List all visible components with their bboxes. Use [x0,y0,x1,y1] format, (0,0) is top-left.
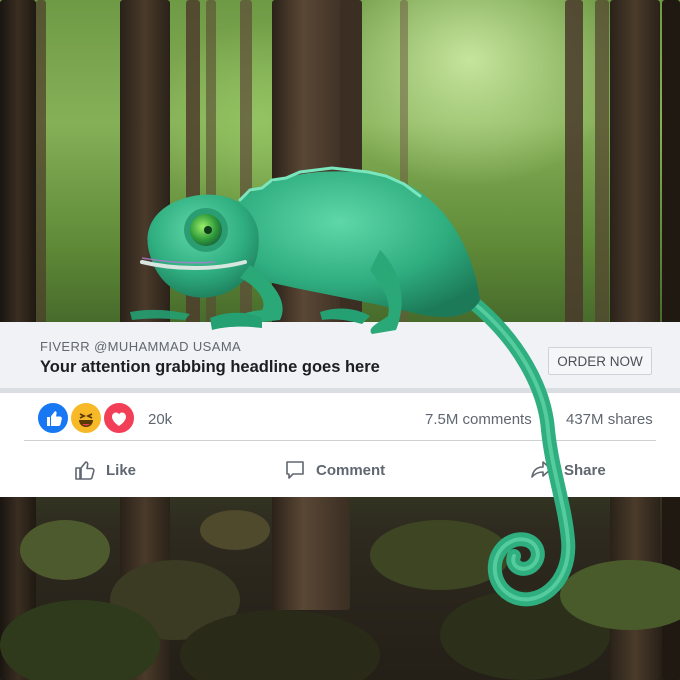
tree-trunk [565,0,583,330]
mossy-rock [20,520,110,580]
haha-reaction-icon [69,401,103,435]
actions-separator [24,440,656,441]
advertiser-label: FIVERR @MUHAMMAD USAMA [40,339,242,354]
comment-button[interactable]: Comment [284,452,385,488]
shares-count[interactable]: 437M shares [566,411,653,428]
tree-trunk [240,0,252,330]
share-label: Share [564,461,606,479]
tree-trunk [340,0,362,330]
order-now-button[interactable]: ORDER NOW [548,347,652,375]
tree-trunk [36,0,46,330]
like-button[interactable]: Like [74,452,136,488]
tree-trunk [595,0,609,330]
thumbs-up-icon [74,459,96,481]
comments-count[interactable]: 7.5M comments [425,411,532,428]
like-label: Like [106,461,137,479]
comment-bubble-icon [284,459,306,481]
mossy-rock [200,510,270,550]
tree-trunk [400,0,408,330]
share-button[interactable]: Share [530,452,606,488]
like-reaction-icon [36,401,70,435]
share-arrow-icon [530,459,554,481]
tree-trunk [186,0,200,340]
comment-label: Comment [316,461,386,479]
mossy-rock [0,600,160,680]
reaction-count[interactable]: 20k [148,411,172,428]
tree-trunk [272,0,350,610]
love-reaction-icon [102,401,136,435]
tree-trunk [206,0,216,330]
reaction-icons[interactable] [36,401,140,437]
mossy-rock [370,520,510,590]
ad-headline: Your attention grabbing headline goes he… [40,358,380,376]
